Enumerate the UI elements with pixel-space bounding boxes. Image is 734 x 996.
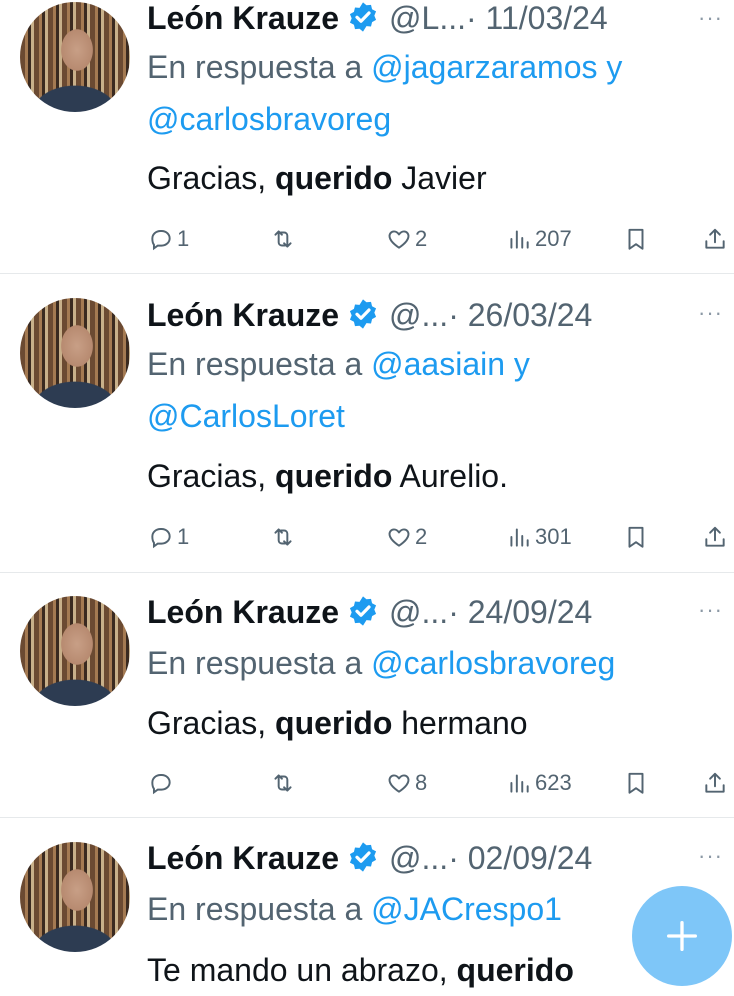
more-options-button[interactable]: ··· (698, 838, 723, 874)
tweet-header: León Krauze @L...· 11/03/24 (147, 0, 608, 38)
divider (0, 273, 734, 274)
views-button[interactable]: 207 (506, 222, 572, 256)
like-button[interactable]: 2 (386, 222, 427, 256)
tweet-text: Gracias, querido hermano (147, 705, 528, 741)
author-name[interactable]: León Krauze (147, 840, 339, 876)
verified-badge-icon (349, 2, 377, 32)
views-button[interactable]: 623 (506, 766, 572, 800)
verified-badge-icon (349, 596, 377, 626)
retweet-button[interactable] (270, 520, 299, 554)
reply-button[interactable] (148, 766, 177, 800)
bookmark-button[interactable] (623, 222, 649, 256)
mention-link[interactable]: @carlosbravoreg (147, 101, 391, 137)
author-handle[interactable]: @... (389, 594, 448, 630)
compose-button[interactable] (632, 886, 732, 986)
bookmark-icon (628, 526, 644, 548)
retweet-button[interactable] (270, 766, 299, 800)
heart-icon (388, 774, 410, 793)
author-name[interactable]: León Krauze (147, 297, 339, 333)
bookmark-icon (628, 228, 644, 250)
author-handle[interactable]: @... (389, 840, 448, 876)
share-button[interactable] (702, 520, 728, 554)
more-options-button[interactable]: ··· (698, 295, 723, 331)
reply-context: En respuesta a @carlosbravoreg (147, 645, 616, 681)
mention-link[interactable]: @aasiain (371, 346, 505, 382)
views-icon (510, 528, 529, 547)
tweet-actions: 1 2 301 (0, 520, 734, 554)
avatar[interactable] (20, 842, 130, 952)
share-button[interactable] (702, 222, 728, 256)
bookmark-icon (628, 772, 644, 794)
avatar[interactable] (20, 2, 130, 112)
reply-icon (151, 230, 171, 251)
tweet-header: León Krauze @...· 24/09/24 (147, 592, 592, 632)
author-handle[interactable]: @L... (389, 0, 466, 36)
retweet-icon (274, 230, 292, 248)
reply-button[interactable]: 1 (148, 520, 189, 554)
like-button[interactable]: 2 (386, 520, 427, 554)
tweet-text: Gracias, querido Aurelio. (147, 458, 508, 494)
heart-icon (388, 528, 410, 547)
view-count: 301 (535, 524, 572, 549)
more-options-button[interactable]: ··· (698, 0, 723, 36)
views-icon (510, 230, 529, 249)
author-name[interactable]: León Krauze (147, 594, 339, 630)
reply-context: En respuesta a @JACrespo1 (147, 891, 562, 927)
retweet-icon (274, 528, 292, 546)
like-button[interactable]: 8 (386, 766, 427, 800)
reply-context: En respuesta a @aasiain y @CarlosLoret (147, 346, 530, 434)
tweet-date[interactable]: · 24/09/24 (448, 594, 592, 630)
like-count: 2 (415, 524, 428, 549)
mention-link[interactable]: @carlosbravoreg (371, 645, 615, 681)
like-count: 8 (415, 770, 428, 795)
bookmark-button[interactable] (623, 766, 649, 800)
tweet-actions: 1 2 207 (0, 222, 734, 256)
share-icon (705, 772, 725, 793)
author-name[interactable]: León Krauze (147, 0, 339, 36)
views-icon (510, 774, 529, 793)
retweet-button[interactable] (270, 222, 299, 256)
tweet-header: León Krauze @...· 02/09/24 (147, 838, 592, 878)
mention-link[interactable]: @JACrespo1 (371, 891, 562, 927)
verified-badge-icon (349, 842, 377, 872)
avatar[interactable] (20, 596, 130, 706)
view-count: 623 (535, 770, 572, 795)
share-icon (705, 526, 725, 547)
bookmark-button[interactable] (623, 520, 649, 554)
divider (0, 817, 734, 818)
like-count: 2 (415, 226, 428, 251)
reply-context: En respuesta a @jagarzaramos y @carlosbr… (147, 49, 623, 137)
share-button[interactable] (702, 766, 728, 800)
tweet-date[interactable]: · 11/03/24 (466, 0, 608, 36)
tweet-actions: 8 623 (0, 766, 734, 800)
tweet-date[interactable]: · 02/09/24 (448, 840, 592, 876)
tweet-text: Te mando un abrazo, querido (147, 952, 574, 988)
heart-icon (388, 230, 410, 249)
reply-button[interactable]: 1 (148, 222, 189, 256)
divider (0, 572, 734, 573)
view-count: 207 (535, 226, 572, 251)
tweet-text: Gracias, querido Javier (147, 160, 487, 196)
mention-link[interactable]: @CarlosLoret (147, 398, 345, 434)
reply-icon (151, 774, 171, 795)
reply-count: 1 (177, 226, 190, 251)
mention-link[interactable]: @jagarzaramos (371, 49, 597, 85)
tweet-date[interactable]: · 26/03/24 (448, 297, 592, 333)
tweet-header: León Krauze @...· 26/03/24 (147, 295, 592, 335)
author-handle[interactable]: @... (389, 297, 448, 333)
plus-icon (667, 921, 697, 951)
share-icon (705, 228, 725, 249)
verified-badge-icon (349, 299, 377, 329)
avatar[interactable] (20, 298, 130, 408)
retweet-icon (274, 774, 292, 792)
views-button[interactable]: 301 (506, 520, 572, 554)
more-options-button[interactable]: ··· (698, 592, 723, 628)
reply-icon (151, 528, 171, 549)
reply-count: 1 (177, 524, 190, 549)
